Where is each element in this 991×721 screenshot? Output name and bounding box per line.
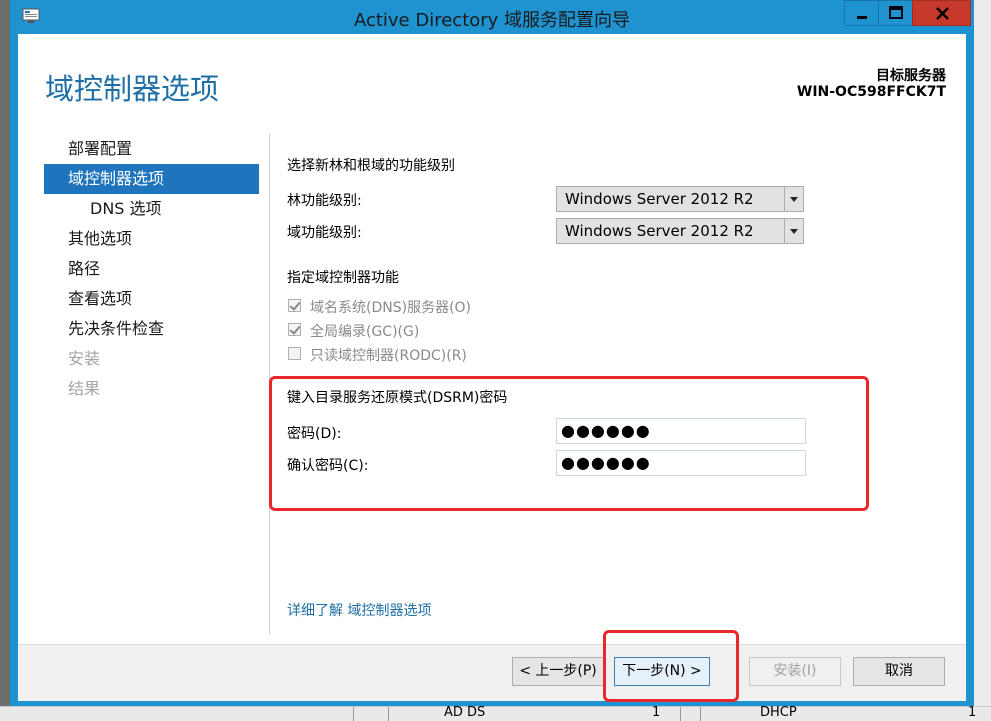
maximize-icon bbox=[889, 6, 903, 19]
background-item-adds: AD DS bbox=[444, 705, 486, 720]
chevron-down-icon[interactable] bbox=[784, 187, 803, 211]
wizard-client-area: 域控制器选项 目标服务器 WIN-OC598FFCK7T 部署配置 域控制器选项… bbox=[18, 34, 966, 702]
nav-item-other-options[interactable]: 其他选项 bbox=[44, 224, 259, 254]
maximize-button[interactable] bbox=[878, 0, 913, 26]
global-catalog-checkbox[interactable] bbox=[288, 323, 301, 336]
minimize-icon bbox=[857, 16, 867, 19]
forest-level-label: 林功能级别: bbox=[287, 193, 362, 209]
rodc-label: 只读域控制器(RODC)(R) bbox=[310, 348, 467, 364]
title-bar[interactable]: Active Directory 域服务配置向导 bbox=[10, 0, 974, 34]
background-count-2: 1 bbox=[968, 705, 977, 720]
domain-level-label: 域功能级别: bbox=[287, 225, 362, 241]
nav-item-review[interactable]: 查看选项 bbox=[44, 284, 259, 314]
domain-level-select[interactable]: Windows Server 2012 R2 bbox=[556, 218, 804, 244]
dns-server-label: 域名系统(DNS)服务器(O) bbox=[310, 300, 472, 316]
nav-item-install: 安装 bbox=[68, 349, 101, 368]
forest-level-select[interactable]: Windows Server 2012 R2 bbox=[556, 186, 804, 212]
wizard-footer: < 上一步(P) 下一步(N) > 安装(I) 取消 bbox=[18, 644, 966, 701]
dc-capabilities-heading: 指定域控制器功能 bbox=[287, 270, 399, 286]
learn-more-link[interactable]: 详细了解 域控制器选项 bbox=[287, 600, 431, 620]
previous-button[interactable]: < 上一步(P) bbox=[512, 657, 604, 686]
domain-level-value: Windows Server 2012 R2 bbox=[565, 222, 754, 240]
background-count-1: 1 bbox=[652, 705, 661, 720]
wizard-nav: 部署配置 域控制器选项 DNS 选项 其他选项 路径 查看选项 先决条件检查 安… bbox=[44, 134, 259, 404]
nav-item-deployment[interactable]: 部署配置 bbox=[44, 134, 259, 164]
close-button[interactable] bbox=[912, 0, 971, 26]
dns-server-checkbox[interactable] bbox=[288, 299, 301, 312]
annotation-highlight-dsrm bbox=[269, 376, 869, 511]
chevron-down-icon[interactable] bbox=[784, 219, 803, 243]
background-taskbar: AD DS 1 DHCP 1 bbox=[0, 705, 991, 721]
target-server-name: WIN-OC598FFCK7T bbox=[796, 84, 946, 100]
minimize-button[interactable] bbox=[844, 0, 879, 26]
cancel-button[interactable]: 取消 bbox=[853, 657, 945, 686]
global-catalog-label: 全局编录(GC)(G) bbox=[310, 324, 420, 340]
nav-item-paths[interactable]: 路径 bbox=[44, 254, 259, 284]
window-title: Active Directory 域服务配置向导 bbox=[353, 10, 631, 31]
nav-item-dns-options[interactable]: DNS 选项 bbox=[44, 194, 259, 224]
nav-item-results: 结果 bbox=[68, 379, 101, 398]
background-window-edge bbox=[974, 0, 991, 720]
target-server-label: 目标服务器 bbox=[876, 68, 946, 84]
install-button: 安装(I) bbox=[749, 657, 841, 686]
rodc-checkbox[interactable] bbox=[288, 347, 301, 360]
close-icon bbox=[936, 7, 949, 20]
functional-level-heading: 选择新林和根域的功能级别 bbox=[287, 158, 455, 174]
annotation-highlight-next bbox=[603, 630, 739, 702]
nav-item-prereq[interactable]: 先决条件检查 bbox=[44, 314, 259, 344]
background-item-dhcp: DHCP bbox=[760, 705, 797, 720]
nav-item-dc-options[interactable]: 域控制器选项 bbox=[44, 164, 259, 194]
page-title: 域控制器选项 bbox=[45, 72, 220, 106]
wizard-window: Active Directory 域服务配置向导 域控制器选项 目标服务器 WI… bbox=[10, 0, 974, 706]
forest-level-value: Windows Server 2012 R2 bbox=[565, 190, 754, 208]
